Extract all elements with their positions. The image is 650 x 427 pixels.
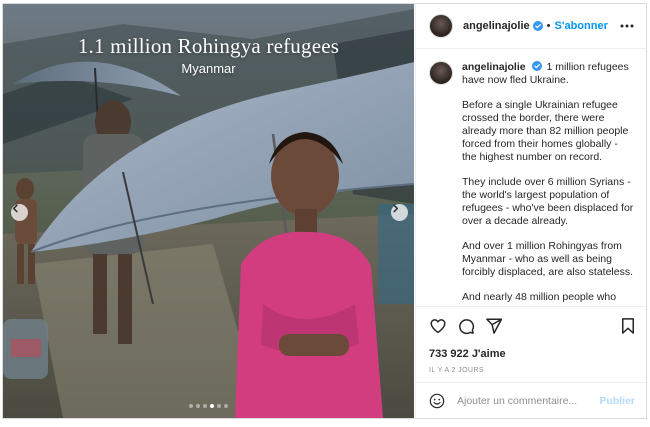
comment-bar: Publier — [416, 382, 646, 418]
chevron-left-icon — [12, 204, 18, 213]
caption: angelinajolie 1 million refugees have no… — [429, 61, 635, 305]
carousel-dot — [203, 404, 207, 408]
caption-text: angelinajolie 1 million refugees have no… — [462, 61, 635, 305]
carousel-prev-button[interactable] — [11, 204, 28, 221]
post-header: angelinajolie • S'abonner — [416, 4, 646, 49]
emoji-icon[interactable] — [429, 393, 445, 409]
header-separator: • — [546, 20, 551, 32]
more-options-icon[interactable] — [619, 18, 635, 34]
chevron-right-icon — [393, 204, 399, 213]
avatar[interactable] — [429, 14, 453, 38]
comment-input[interactable] — [457, 395, 597, 407]
caption-paragraph: And over 1 million Rohingyas from Myanma… — [462, 240, 633, 278]
post-media[interactable]: 1.1 million Rohingya refugees Myanmar — [3, 4, 414, 418]
caption-username[interactable]: angelinajolie — [462, 61, 526, 73]
header-username[interactable]: angelinajolie — [463, 20, 530, 32]
caption-avatar[interactable] — [429, 61, 453, 85]
follow-button[interactable]: S'abonner — [555, 20, 608, 32]
carousel-dot — [189, 404, 193, 408]
comment-icon[interactable] — [457, 317, 475, 335]
caption-paragraph: They include over 6 million Syrians - th… — [462, 176, 634, 227]
post-timestamp[interactable]: IL Y A 2 JOURS — [429, 367, 484, 374]
verified-badge-icon — [532, 21, 543, 31]
caption-paragraph: And nearly 48 million people who have be… — [462, 291, 625, 305]
carousel-indicator — [189, 404, 228, 408]
carousel-dot — [217, 404, 221, 408]
carousel-dot — [196, 404, 200, 408]
share-icon[interactable] — [485, 317, 503, 335]
action-icons — [429, 317, 637, 339]
overlay-subtitle: Myanmar — [181, 61, 236, 76]
overlay-title: 1.1 million Rohingya refugees — [77, 34, 340, 58]
caption-paragraph: Before a single Ukrainian refugee crosse… — [462, 99, 629, 163]
verified-badge-icon — [531, 61, 542, 71]
likes-count[interactable]: 733 922 J'aime — [429, 348, 506, 360]
carousel-dot — [224, 404, 228, 408]
caption-scroll-area[interactable]: angelinajolie 1 million refugees have no… — [416, 49, 646, 305]
post-actions: 733 922 J'aime IL Y A 2 JOURS — [416, 306, 646, 382]
publish-button[interactable]: Publier — [599, 395, 635, 407]
post-modal: 1.1 million Rohingya refugees Myanmar an… — [2, 3, 647, 419]
post-side-panel: angelinajolie • S'abonner angelinajolie — [415, 4, 646, 418]
heart-icon[interactable] — [429, 317, 447, 335]
carousel-dot — [210, 404, 214, 408]
carousel-next-button[interactable] — [391, 204, 408, 221]
bookmark-icon[interactable] — [619, 317, 637, 335]
